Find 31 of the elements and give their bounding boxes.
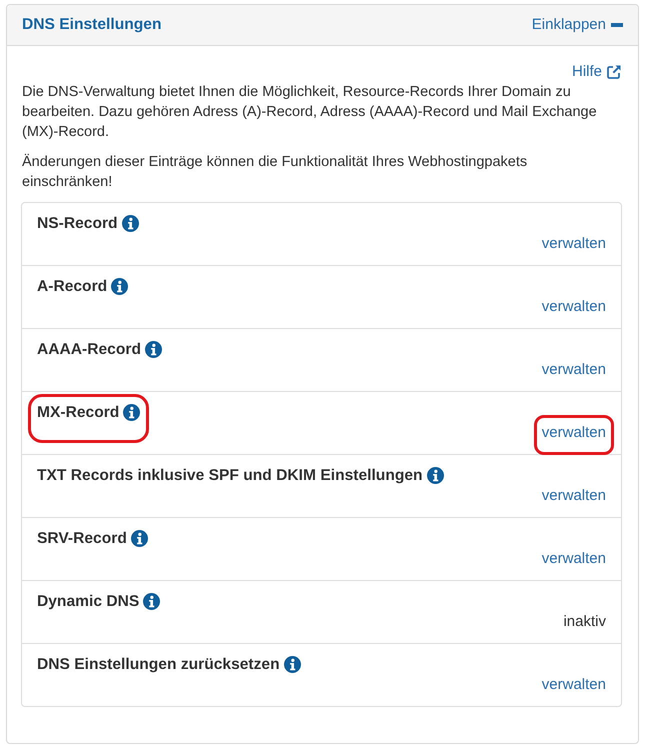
record-title: A-Record (37, 277, 108, 297)
manage-link[interactable]: verwalten (542, 550, 606, 567)
description-paragraph: Änderungen dieser Einträge können die Funktionalität Ihres Webhostingpakets einschränken! (22, 152, 528, 192)
record-title: DNS Einstellungen zurücksetzen (37, 655, 280, 675)
info-icon[interactable] (111, 278, 128, 295)
minus-icon (611, 23, 623, 27)
manage-link[interactable]: verwalten (542, 361, 606, 378)
record-title: MX-Record (37, 403, 120, 423)
panel-title: DNS Einstellungen (22, 15, 162, 35)
help-link[interactable]: Hilfe (572, 62, 621, 82)
info-icon[interactable] (123, 404, 140, 421)
info-icon[interactable] (130, 530, 148, 547)
manage-link[interactable]: verwalten (542, 424, 606, 441)
info-icon[interactable] (122, 215, 139, 232)
manage-link[interactable]: verwalten (542, 235, 606, 252)
manage-link[interactable]: verwalten (542, 676, 606, 693)
collapse-button[interactable]: Einklappen (532, 14, 623, 36)
manage-link[interactable]: verwalten (542, 298, 606, 315)
record-title: Dynamic DNS (37, 592, 140, 612)
info-icon[interactable] (144, 341, 162, 358)
info-icon[interactable] (143, 593, 160, 610)
record-title: NS-Record (37, 214, 118, 234)
status-text: inaktiv (563, 613, 606, 630)
record-title: AAAA-Record (37, 340, 141, 360)
record-title: TXT Records inklusive SPF und DKIM Einstellungen (37, 466, 423, 486)
info-icon[interactable] (284, 656, 301, 673)
manage-link[interactable]: verwalten (542, 487, 606, 504)
external-link-icon (607, 65, 621, 79)
info-icon[interactable] (426, 467, 444, 484)
description-paragraph: Die DNS-Verwaltung bietet Ihnen die Möglichkeit, Resource-Records Ihrer Domain zu bearbeiten. Dazu gehören Adress (A)-Record, Adress (AAAA)-Record und Mail Exchange (MX)-Record. (22, 83, 598, 142)
record-title: SRV-Record (37, 529, 127, 549)
